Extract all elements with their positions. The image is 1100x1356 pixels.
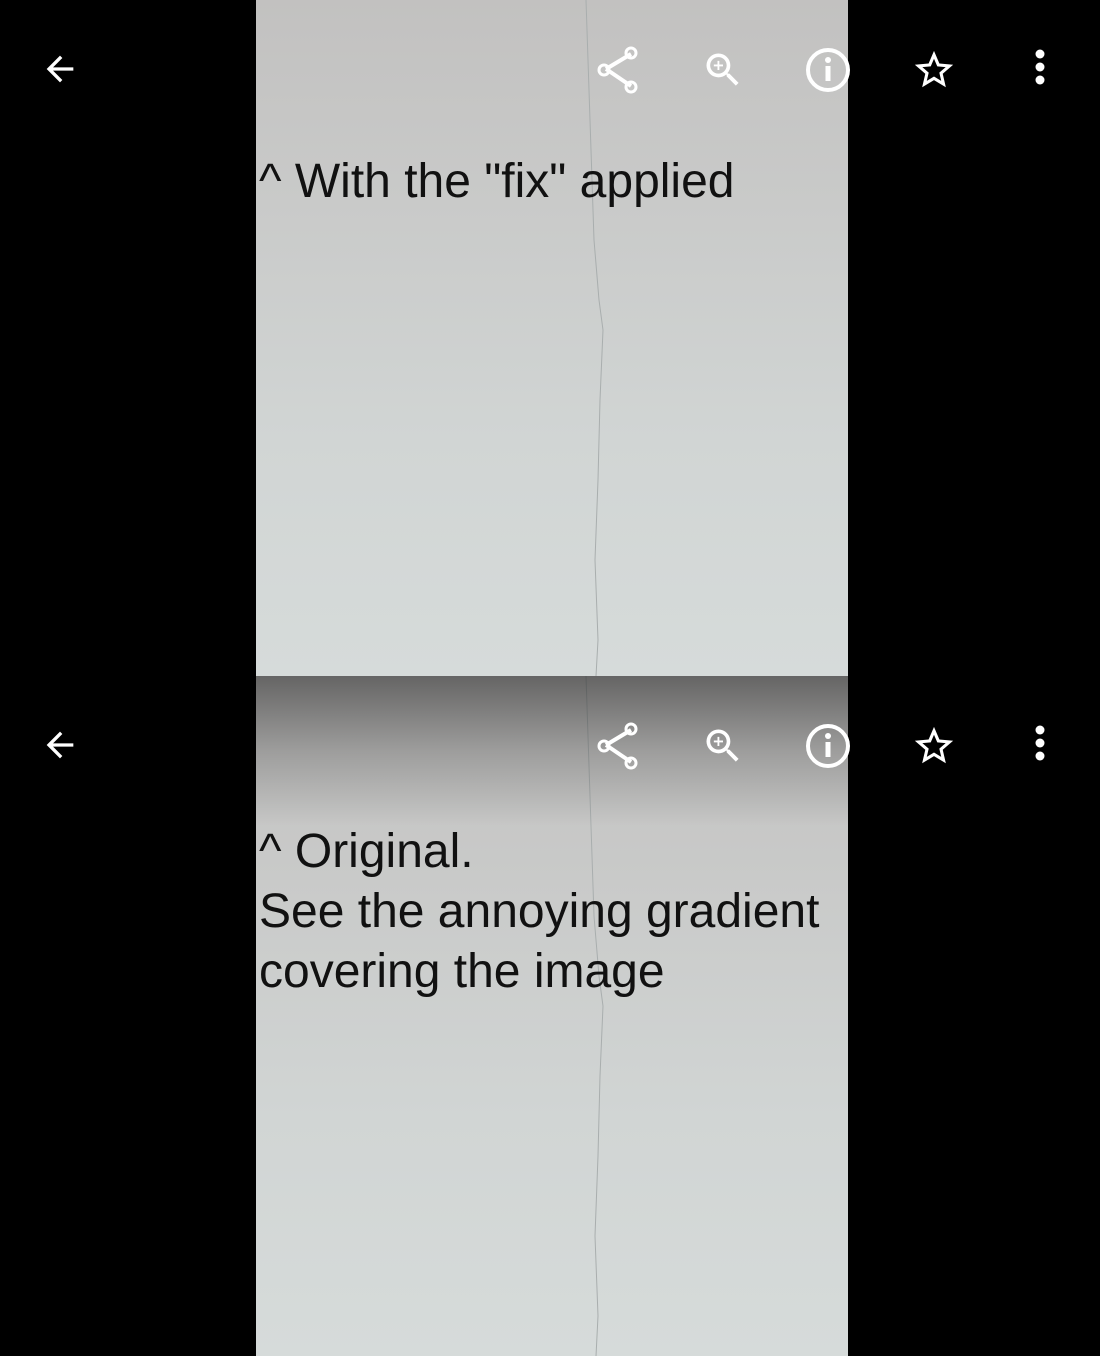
- more-options-button[interactable]: [1010, 38, 1070, 98]
- arrow-back-icon: [40, 725, 80, 765]
- share-button[interactable]: [588, 40, 648, 100]
- back-button[interactable]: [30, 39, 90, 99]
- favorite-button[interactable]: [904, 716, 964, 776]
- more-vert-icon: [1034, 48, 1046, 88]
- photo[interactable]: [256, 676, 848, 1356]
- share-icon: [595, 721, 641, 771]
- star-outline-icon: [911, 47, 957, 93]
- info-button[interactable]: [798, 716, 858, 776]
- zoom-in-button[interactable]: [693, 716, 753, 776]
- zoom-in-icon: [701, 48, 745, 92]
- wall-crack: [585, 0, 604, 676]
- gradient-scrim: [256, 676, 848, 826]
- viewer-screen-fixed: ^ With the "fix" applied: [0, 0, 1100, 676]
- caption-text: ^ Original. See the annoying gradient co…: [259, 825, 820, 998]
- back-button[interactable]: [30, 715, 90, 775]
- favorite-button[interactable]: [904, 40, 964, 100]
- star-outline-icon: [911, 723, 957, 769]
- zoom-in-button[interactable]: [693, 40, 753, 100]
- viewer-screen-original: ^ Original. See the annoying gradient co…: [0, 676, 1100, 1356]
- info-button[interactable]: [798, 40, 858, 100]
- caption-text: ^ With the "fix" applied: [259, 155, 735, 208]
- more-options-button[interactable]: [1010, 714, 1070, 774]
- share-button[interactable]: [588, 716, 648, 776]
- more-vert-icon: [1034, 724, 1046, 764]
- zoom-in-icon: [701, 724, 745, 768]
- info-icon: [804, 46, 852, 94]
- arrow-back-icon: [40, 49, 80, 89]
- info-icon: [804, 722, 852, 770]
- share-icon: [595, 45, 641, 95]
- photo[interactable]: [256, 0, 848, 676]
